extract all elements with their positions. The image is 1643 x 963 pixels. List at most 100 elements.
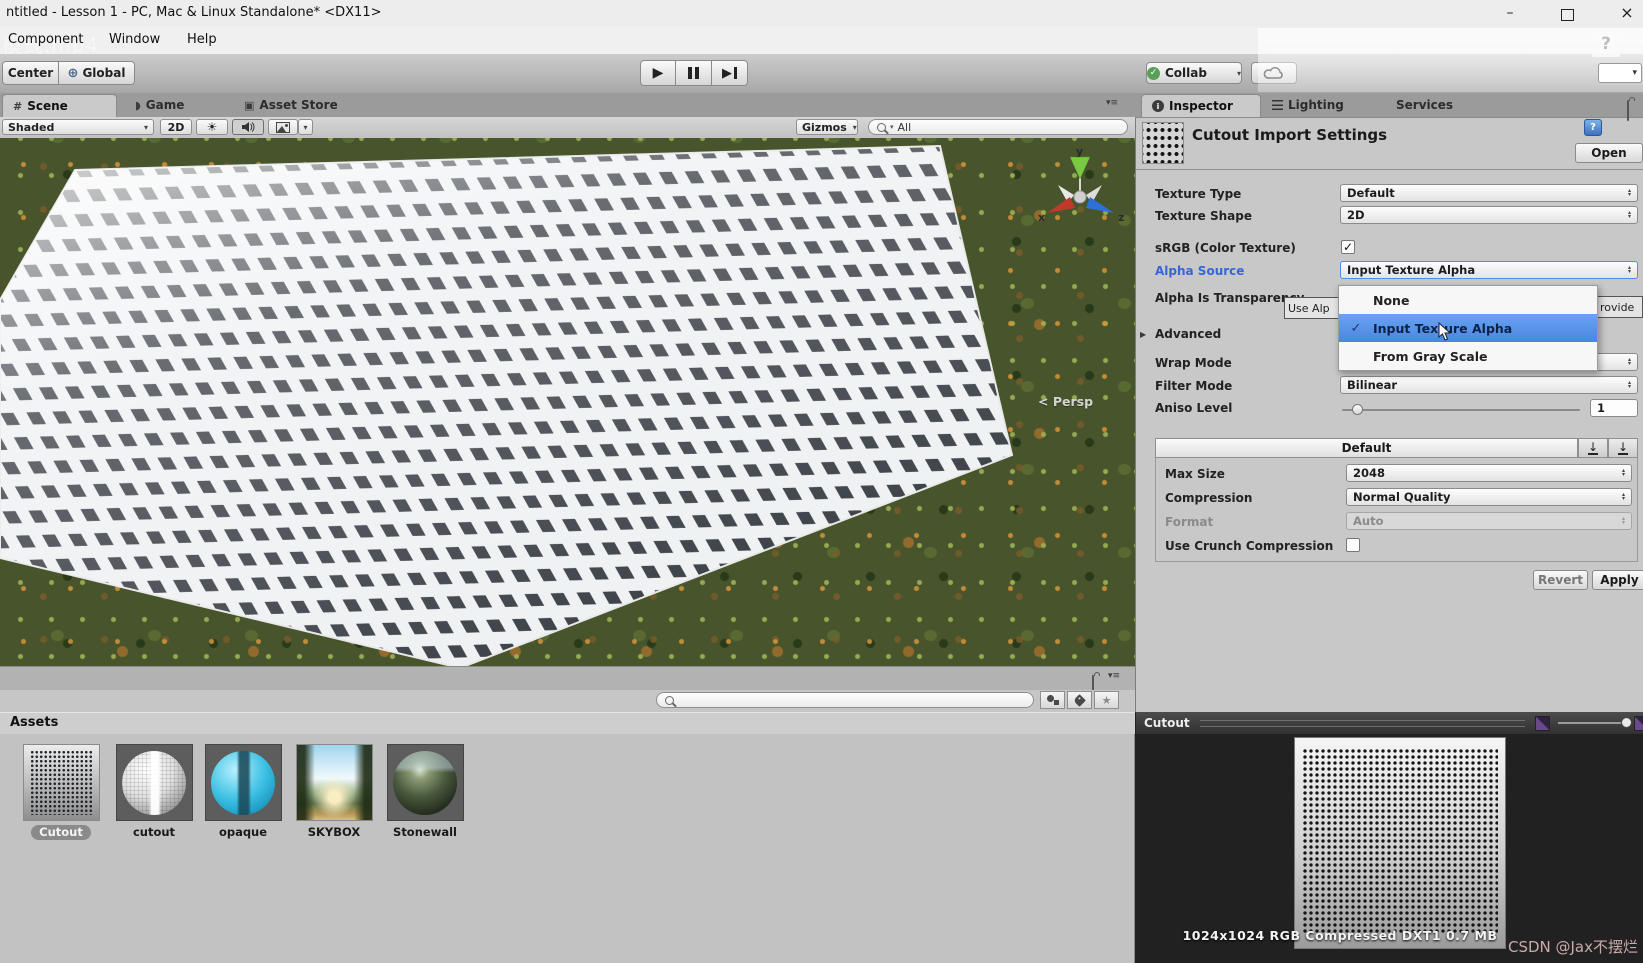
texture-shape-dropdown[interactable]: 2D ▴ ▾ xyxy=(1340,206,1638,224)
wrap-mode-label: Wrap Mode xyxy=(1155,356,1232,370)
popup-option-input-texture-alpha[interactable]: ✓ Input Texture Alpha xyxy=(1339,314,1597,342)
platform-default-tab[interactable]: Default xyxy=(1155,438,1578,458)
srgb-checkbox[interactable]: ✓ xyxy=(1341,240,1355,254)
tab-game[interactable]: ◗ Game xyxy=(135,93,184,117)
format-dropdown: Auto ▴ ▾ xyxy=(1346,512,1632,530)
tab-services-label: Services xyxy=(1396,98,1454,112)
layout-dropdown[interactable]: ▾ xyxy=(1598,63,1642,83)
revert-button[interactable]: Revert xyxy=(1533,570,1588,590)
tooltip-right-fragment: rovide xyxy=(1597,296,1643,318)
aniso-slider[interactable] xyxy=(1342,409,1580,411)
menu-component[interactable]: Component xyxy=(8,32,83,47)
foldout-arrow-icon[interactable]: ▶ xyxy=(1140,330,1146,339)
scene-effects-toggle[interactable] xyxy=(268,119,298,135)
preview-drag-handle[interactable] xyxy=(1199,719,1525,727)
scene-audio-toggle[interactable] xyxy=(232,119,264,135)
platform-standalone-tab[interactable]: ↓ xyxy=(1578,438,1608,458)
assets-grid[interactable]: Cutout cutout opaque SKYBOX Stonewall xyxy=(0,734,1135,963)
project-search-input[interactable] xyxy=(656,692,1034,708)
aniso-slider-handle[interactable] xyxy=(1352,404,1363,415)
assets-header-bar: Assets xyxy=(0,712,1135,736)
spinner-icon: ▴ ▾ xyxy=(1621,515,1625,526)
tab-scene-label: Scene xyxy=(27,99,68,113)
filter-mode-value: Bilinear xyxy=(1347,378,1398,392)
mip-slider-handle[interactable] xyxy=(1621,717,1632,728)
compression-dropdown[interactable]: Normal Quality ▴ ▾ xyxy=(1346,488,1632,506)
tab-inspector[interactable]: i Inspector xyxy=(1141,94,1261,117)
perspective-label[interactable]: < Persp xyxy=(1038,394,1093,409)
center-pivot-button[interactable]: Center xyxy=(2,61,59,85)
spinner-icon: ▴ ▾ xyxy=(1627,356,1631,367)
cutout-plane-mesh xyxy=(0,144,1014,666)
asset-label: SKYBOX xyxy=(307,825,361,839)
mip-level-slider[interactable] xyxy=(1558,717,1632,728)
alpha-source-dropdown[interactable]: Input Texture Alpha ▴ ▾ xyxy=(1340,261,1638,279)
asset-label: cutout xyxy=(132,825,176,839)
view-tab-bar: # Scene ◗ Game ▣ Asset Store ▾≡ xyxy=(0,93,1135,118)
spinner-icon: ▴ ▾ xyxy=(1621,491,1625,502)
step-button[interactable]: ▶ xyxy=(712,60,748,86)
texture-shape-value: 2D xyxy=(1347,208,1365,222)
asset-item-skybox[interactable]: SKYBOX xyxy=(289,744,379,840)
texture-thumbnail-icon xyxy=(1142,122,1184,164)
inspector-tab-bar: i Inspector Lighting Services xyxy=(1135,93,1643,121)
effects-dropdown[interactable]: ▾ xyxy=(298,119,313,135)
panel-menu-icon[interactable]: ▾≡ xyxy=(1106,98,1118,108)
search-by-type-button[interactable] xyxy=(1040,691,1065,709)
advanced-foldout-label: Advanced xyxy=(1155,327,1222,341)
spinner-icon: ▴ ▾ xyxy=(1627,187,1631,198)
asset-item-opaque-material[interactable]: opaque xyxy=(198,744,288,840)
globe-icon: ⊕ xyxy=(67,65,79,81)
help-icon[interactable]: ? xyxy=(1584,119,1602,136)
asset-item-stonewall[interactable]: Stonewall xyxy=(380,744,470,840)
max-size-dropdown[interactable]: 2048 ▴ ▾ xyxy=(1346,464,1632,482)
project-search-bar: ★ xyxy=(0,690,1135,712)
close-button[interactable]: × xyxy=(1617,3,1637,22)
alpha-channel-icon[interactable] xyxy=(1634,715,1643,731)
shading-mode-dropdown[interactable]: Shaded ▾ xyxy=(2,119,154,135)
2d-toggle[interactable]: 2D xyxy=(160,119,192,135)
menu-help[interactable]: Help xyxy=(187,32,217,47)
inspector-title: Cutout Import Settings xyxy=(1192,126,1388,144)
max-size-label: Max Size xyxy=(1165,467,1225,481)
popup-option-from-gray-scale[interactable]: From Gray Scale xyxy=(1339,342,1597,370)
minimize-button[interactable]: – xyxy=(1500,5,1520,21)
tab-services[interactable]: Services xyxy=(1396,93,1453,117)
scene-viewport[interactable]: y x z < Persp xyxy=(0,138,1135,666)
asset-label: Cutout xyxy=(31,825,91,840)
chevron-down-icon: ▾ xyxy=(1236,68,1241,78)
apply-button[interactable]: Apply xyxy=(1592,570,1643,590)
scene-search-value: All xyxy=(897,120,912,134)
global-local-button[interactable]: ⊕ Global xyxy=(59,61,135,85)
open-button[interactable]: Open xyxy=(1575,143,1643,163)
pause-button[interactable] xyxy=(676,60,712,86)
scene-lighting-toggle[interactable]: ☀ xyxy=(196,119,228,135)
texture-type-dropdown[interactable]: Default ▴ ▾ xyxy=(1340,184,1638,202)
asset-item-cutout-texture[interactable]: Cutout xyxy=(16,744,106,840)
maximize-button[interactable] xyxy=(1561,9,1574,21)
ghost-help-badge: ? xyxy=(1592,30,1620,57)
srgb-label: sRGB (Color Texture) xyxy=(1155,241,1296,255)
lock-icon[interactable] xyxy=(1627,100,1629,121)
divider xyxy=(1136,169,1643,170)
orientation-gizmo[interactable]: y x z xyxy=(1030,145,1130,245)
play-button[interactable]: ▶ xyxy=(640,60,676,86)
filter-mode-dropdown[interactable]: Bilinear ▴ ▾ xyxy=(1340,376,1638,394)
gizmos-dropdown[interactable]: Gizmos ▾ xyxy=(796,119,858,135)
favorites-button[interactable]: ★ xyxy=(1094,691,1119,709)
preview-header[interactable]: Cutout xyxy=(1135,712,1643,734)
panel-menu-icon[interactable]: ▾≡ xyxy=(1108,671,1120,681)
collab-button[interactable]: ✓ Collab ▾ xyxy=(1146,62,1242,84)
tab-scene[interactable]: # Scene xyxy=(2,94,117,117)
scene-search-input[interactable]: ▾ All xyxy=(868,119,1128,135)
aniso-value-field[interactable]: 1 xyxy=(1590,399,1638,417)
tab-lighting[interactable]: Lighting xyxy=(1272,93,1344,117)
tab-asset-store[interactable]: ▣ Asset Store xyxy=(244,93,338,117)
popup-option-none[interactable]: None xyxy=(1339,286,1597,314)
menu-window[interactable]: Window xyxy=(109,32,160,47)
rgb-channels-icon[interactable] xyxy=(1535,715,1550,731)
search-by-label-button[interactable] xyxy=(1067,691,1092,709)
crunch-compression-checkbox[interactable] xyxy=(1346,538,1360,552)
platform-other-tab[interactable]: ↓ xyxy=(1608,438,1638,458)
asset-item-cutout-material[interactable]: cutout xyxy=(109,744,199,840)
